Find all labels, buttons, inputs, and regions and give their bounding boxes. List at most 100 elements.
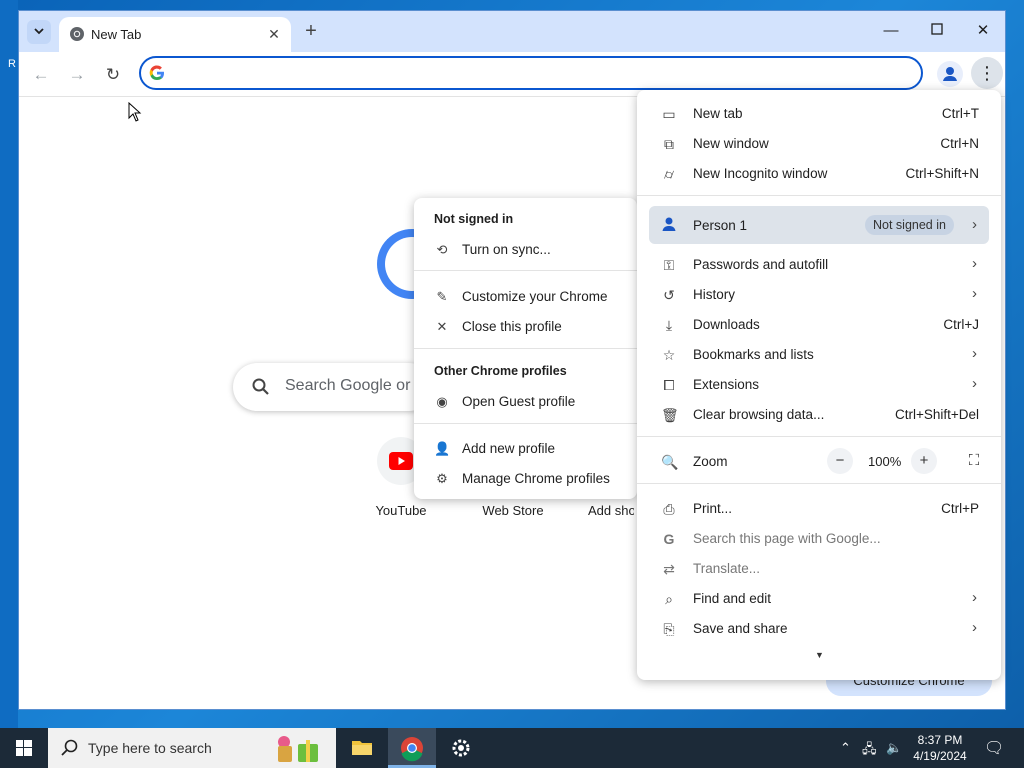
translate-icon: ⇄ (663, 561, 675, 577)
puzzle-icon: ⧠ (663, 377, 675, 393)
new-tab-button[interactable]: + (299, 20, 323, 44)
menu-item-new-window[interactable]: ⧉ New window Ctrl+N (637, 129, 1001, 159)
chrome-favicon-icon (70, 27, 84, 41)
menu-shortcut: Ctrl+Shift+Del (894, 407, 979, 422)
maximize-button[interactable] (922, 19, 952, 43)
chevron-up-icon[interactable]: ⌃ (840, 740, 851, 756)
menu-item-new-incognito[interactable]: ⌭ New Incognito window Ctrl+Shift+N (637, 159, 1001, 189)
menu-item-bookmarks[interactable]: ☆ Bookmarks and lists › (637, 340, 1001, 370)
google-g-icon: G (663, 531, 675, 547)
menu-item-find-edit[interactable]: ⌕ Find and edit › (637, 584, 1001, 614)
chevron-right-icon: › (972, 345, 977, 362)
menu-item-label: Translate... (693, 561, 761, 576)
menu-item-label: Search this page with Google... (693, 531, 881, 546)
menu-item-print[interactable]: ⎙ Print... Ctrl+P (637, 494, 1001, 524)
divider (637, 195, 1001, 196)
zoom-out-button[interactable]: − (827, 448, 853, 474)
submenu-header-signed: Not signed in (434, 212, 514, 226)
tab-title: New Tab (91, 27, 142, 42)
menu-item-label: Extensions (693, 377, 760, 392)
menu-item-translate[interactable]: ⇄ Translate... (637, 554, 1001, 584)
taskbar-search-placeholder: Type here to search (88, 740, 212, 756)
menu-item-label: New window (693, 136, 769, 151)
clock-date: 4/19/2024 (913, 749, 967, 763)
turn-on-sync-item[interactable]: ⟲ Turn on sync... (414, 236, 637, 264)
printer-icon: ⎙ (663, 501, 675, 517)
menu-item-passwords[interactable]: ⚿ Passwords and autofill › (637, 250, 1001, 280)
open-guest-profile-item[interactable]: ◉ Open Guest profile (414, 388, 637, 416)
incognito-icon: ⌭ (663, 166, 675, 182)
menu-item-clear-data[interactable]: 🗑 Clear browsing data... Ctrl+Shift+Del (637, 400, 1001, 430)
menu-item-label: Print... (693, 501, 733, 516)
history-icon: ↺ (663, 287, 675, 303)
omnibox-input[interactable] (173, 63, 903, 83)
add-new-profile-item[interactable]: 👤 Add new profile (414, 435, 637, 463)
taskbar-settings[interactable] (438, 728, 486, 768)
divider (414, 270, 637, 271)
network-icon[interactable]: 🖧 (862, 740, 877, 762)
menu-item-label: Find and edit (693, 591, 772, 606)
star-icon: ☆ (662, 347, 676, 363)
zoom-icon: 🔍 (661, 454, 679, 470)
forward-button[interactable]: → (63, 61, 91, 89)
add-person-icon: 👤 (434, 441, 451, 456)
close-tab-icon[interactable]: ✕ (265, 25, 283, 43)
close-window-button[interactable]: ✕ (968, 19, 998, 43)
minimize-button[interactable]: — (876, 19, 906, 43)
menu-item-downloads[interactable]: ⤓ Downloads Ctrl+J (637, 310, 1001, 340)
menu-item-person[interactable]: Person 1 Not signed in › (649, 206, 989, 244)
find-icon: ⌕ (665, 591, 673, 607)
close-profile-item[interactable]: ✕ Close this profile (414, 313, 637, 341)
taskbar-chrome[interactable] (388, 728, 436, 768)
submenu-header-other: Other Chrome profiles (434, 364, 567, 378)
menu-item-history[interactable]: ↺ History › (637, 280, 1001, 310)
menu-shortcut: Ctrl+P (941, 501, 979, 516)
menu-item-label: Downloads (693, 317, 760, 332)
menu-item-new-tab[interactable]: ▭ New tab Ctrl+T (637, 99, 1001, 129)
profile-button[interactable] (937, 61, 963, 87)
menu-item-label: Manage Chrome profiles (462, 471, 610, 486)
tab-new-tab[interactable]: New Tab ✕ (59, 17, 291, 52)
chevron-right-icon: › (972, 375, 977, 392)
divider (637, 483, 1001, 484)
taskbar-search-box[interactable]: Type here to search (48, 728, 336, 768)
manage-profiles-item[interactable]: ⚙ Manage Chrome profiles (414, 465, 637, 493)
sync-off-icon: ⟲ (436, 242, 448, 257)
start-button[interactable] (0, 728, 48, 768)
chevron-right-icon: › (972, 216, 977, 233)
divider (637, 436, 1001, 437)
customize-your-chrome-item[interactable]: ✎ Customize your Chrome (414, 283, 637, 311)
scroll-down-icon[interactable]: ▼ (815, 650, 824, 660)
menu-item-search-page[interactable]: G Search this page with Google... (637, 524, 1001, 554)
chrome-icon (401, 737, 423, 762)
taskbar-clock[interactable]: 8:37 PM 4/19/2024 (900, 732, 980, 764)
chrome-menu-button[interactable]: ⋮ (971, 57, 1003, 89)
title-bar: New Tab ✕ + — ✕ (19, 11, 1005, 52)
zoom-in-button[interactable]: + (911, 448, 937, 474)
menu-item-zoom: 🔍 Zoom − 100% + ⛶ (637, 447, 1001, 477)
menu-item-save-share[interactable]: ⎘ Save and share › (637, 614, 1001, 644)
shortcut-label: Web Store (482, 503, 544, 518)
key-icon: ⚿ (663, 257, 675, 273)
menu-item-extensions[interactable]: ⧠ Extensions › (637, 370, 1001, 400)
menu-item-label: History (693, 287, 736, 302)
address-bar[interactable] (139, 56, 923, 90)
menu-item-label: Bookmarks and lists (693, 347, 814, 362)
gear-icon (452, 739, 470, 757)
chevron-right-icon: › (972, 255, 977, 272)
pencil-icon: ✎ (436, 289, 448, 304)
reload-button[interactable]: ↻ (99, 61, 127, 89)
chevron-down-icon (34, 28, 44, 35)
ntp-search-box[interactable]: Search Google or t (233, 363, 433, 411)
menu-shortcut: Ctrl+Shift+N (905, 166, 979, 181)
chevron-right-icon: › (972, 285, 977, 302)
chrome-main-menu: ▭ New tab Ctrl+T ⧉ New window Ctrl+N ⌭ N… (637, 90, 1001, 680)
menu-shortcut: Ctrl+J (943, 317, 979, 332)
tab-search-button[interactable] (27, 20, 51, 44)
fullscreen-button[interactable]: ⛶ (961, 448, 987, 474)
notifications-icon[interactable]: 🗨 (984, 738, 1004, 758)
menu-item-label: Turn on sync... (462, 242, 551, 257)
taskbar-file-explorer[interactable] (338, 728, 386, 768)
back-button[interactable]: ← (27, 61, 55, 89)
download-icon: ⤓ (665, 317, 673, 333)
